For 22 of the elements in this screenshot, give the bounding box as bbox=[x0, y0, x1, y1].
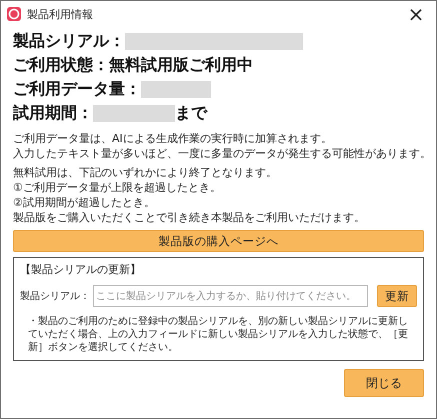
info-text: ご利用状態：無料試用版ご利用中 bbox=[13, 54, 253, 76]
serial-input-field[interactable]: ここに製品シリアルを入力するか、貼り付けてください。 bbox=[93, 285, 368, 307]
info-text: 製品シリアル： bbox=[13, 30, 125, 52]
redacted-value bbox=[141, 80, 211, 98]
note-line: 入力したテキスト量が多いほど、一度に多量のデータが発生する可能性があります。 bbox=[13, 146, 424, 161]
note-line: ②試用期間が超過したとき。 bbox=[13, 195, 156, 210]
update-button[interactable]: 更新 bbox=[377, 285, 417, 307]
note-line: ご利用データ量は、AIによる生成作業の実行時に加算されます。 bbox=[13, 131, 333, 146]
close-button[interactable]: × bbox=[396, 1, 436, 27]
window-title: 製品利用情報 bbox=[27, 6, 94, 22]
update-note: ・製品のご利用のために登録中の製品シリアルを、別の新しい製品シリアルに更新していただく場合、上の入力フィールドに新しい製品シリアルを入力した状態で、［更新］ボタンを選択してください。 bbox=[27, 315, 409, 354]
note-line: ①ご利用データ量が上限を超過したとき。 bbox=[13, 180, 222, 195]
info-text: まで bbox=[175, 102, 207, 124]
close-dialog-button[interactable]: 閉じる bbox=[344, 369, 424, 397]
note-line: 無料試用は、下記のいずれかにより終了となります。 bbox=[13, 165, 278, 180]
note-line: 製品版をご購入いただくことで引き続き本製品をご利用いただけます。 bbox=[13, 210, 366, 225]
app-logo-icon bbox=[7, 7, 21, 21]
info-text: ご利用データ量： bbox=[13, 78, 141, 100]
panel-heading: 【製品シリアルの更新】 bbox=[20, 262, 142, 277]
info-text: 試用期間： bbox=[13, 102, 93, 124]
field-label: 製品シリアル： bbox=[20, 290, 90, 303]
purchase-button[interactable]: 製品版の購入ページへ bbox=[13, 230, 424, 252]
